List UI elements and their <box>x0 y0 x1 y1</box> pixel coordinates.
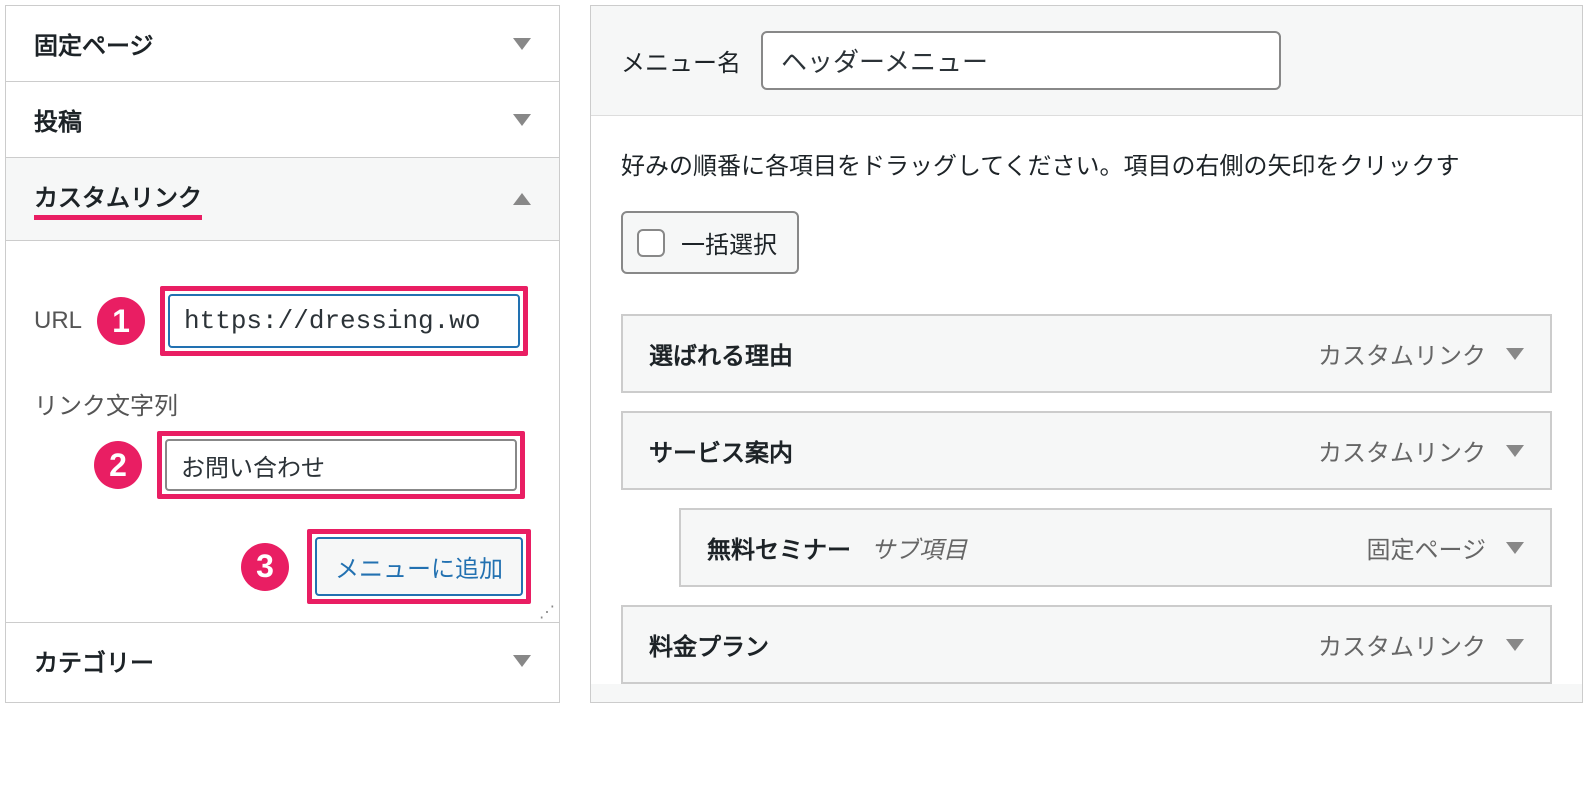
link-text-label: リンク文字列 <box>34 386 531 421</box>
menu-name-label: メニュー名 <box>621 43 741 78</box>
chevron-down-icon <box>513 114 531 126</box>
chevron-down-icon[interactable] <box>1506 542 1524 554</box>
highlight-add-button: メニューに追加 <box>307 529 531 604</box>
url-label: URL <box>34 307 82 335</box>
accordion-pages-label: 固定ページ <box>34 26 154 61</box>
custom-links-content: URL 1 リンク文字列 2 3 メニューに追加 ⋰ <box>6 241 559 623</box>
accordion-pages[interactable]: 固定ページ <box>6 6 559 82</box>
highlight-url <box>160 286 528 356</box>
chevron-down-icon[interactable] <box>1506 445 1524 457</box>
menu-editor-panel: メニュー名 好みの順番に各項目をドラッグしてください。項目の右側の矢印をクリック… <box>590 5 1583 703</box>
chevron-down-icon[interactable] <box>1506 639 1524 651</box>
menu-item-title: サービス案内 <box>649 433 793 468</box>
chevron-down-icon <box>513 655 531 667</box>
select-all-checkbox[interactable] <box>637 229 665 257</box>
menu-item-type: 固定ページ <box>1366 530 1486 565</box>
instruction-text: 好みの順番に各項目をドラッグしてください。項目の右側の矢印をクリックす <box>621 146 1552 181</box>
chevron-down-icon[interactable] <box>1506 348 1524 360</box>
highlight-link-text <box>157 431 525 499</box>
menu-name-input[interactable] <box>761 31 1281 90</box>
accordion-categories-label: カテゴリー <box>34 643 154 678</box>
menu-structure-area: 好みの順番に各項目をドラッグしてください。項目の右側の矢印をクリックす 一括選択… <box>591 116 1582 684</box>
accordion-custom-links[interactable]: カスタムリンク <box>6 158 559 241</box>
accordion-posts-label: 投稿 <box>34 102 82 137</box>
sidebar-panel: 固定ページ 投稿 カスタムリンク URL 1 リンク文字列 2 3 <box>5 5 560 703</box>
menu-item[interactable]: 無料セミナーサブ項目 固定ページ <box>679 508 1552 587</box>
menu-item-title: 無料セミナー <box>707 530 851 565</box>
chevron-up-icon <box>513 193 531 205</box>
badge-3: 3 <box>241 543 289 591</box>
menu-item-sub-label: サブ項目 <box>871 530 967 565</box>
menu-item-title: 選ばれる理由 <box>649 336 793 371</box>
link-text-input[interactable] <box>165 439 517 491</box>
chevron-down-icon <box>513 38 531 50</box>
menu-item-type: カスタムリンク <box>1318 433 1486 468</box>
select-all-box[interactable]: 一括選択 <box>621 211 799 274</box>
menu-item-type: カスタムリンク <box>1318 627 1486 662</box>
menu-item-title: 料金プラン <box>649 627 769 662</box>
resize-handle-icon[interactable]: ⋰ <box>539 602 555 618</box>
menu-item-type: カスタムリンク <box>1318 336 1486 371</box>
menu-name-row: メニュー名 <box>591 6 1582 116</box>
menu-item[interactable]: サービス案内 カスタムリンク <box>621 411 1552 490</box>
url-input[interactable] <box>168 294 520 348</box>
add-to-menu-button[interactable]: メニューに追加 <box>315 537 523 596</box>
menu-item[interactable]: 選ばれる理由 カスタムリンク <box>621 314 1552 393</box>
accordion-custom-links-label: カスタムリンク <box>34 178 202 220</box>
select-all-label: 一括選択 <box>681 225 777 260</box>
accordion-posts[interactable]: 投稿 <box>6 82 559 158</box>
badge-1: 1 <box>97 297 145 345</box>
menu-item[interactable]: 料金プラン カスタムリンク <box>621 605 1552 684</box>
accordion-categories[interactable]: カテゴリー <box>6 623 559 698</box>
badge-2: 2 <box>94 441 142 489</box>
